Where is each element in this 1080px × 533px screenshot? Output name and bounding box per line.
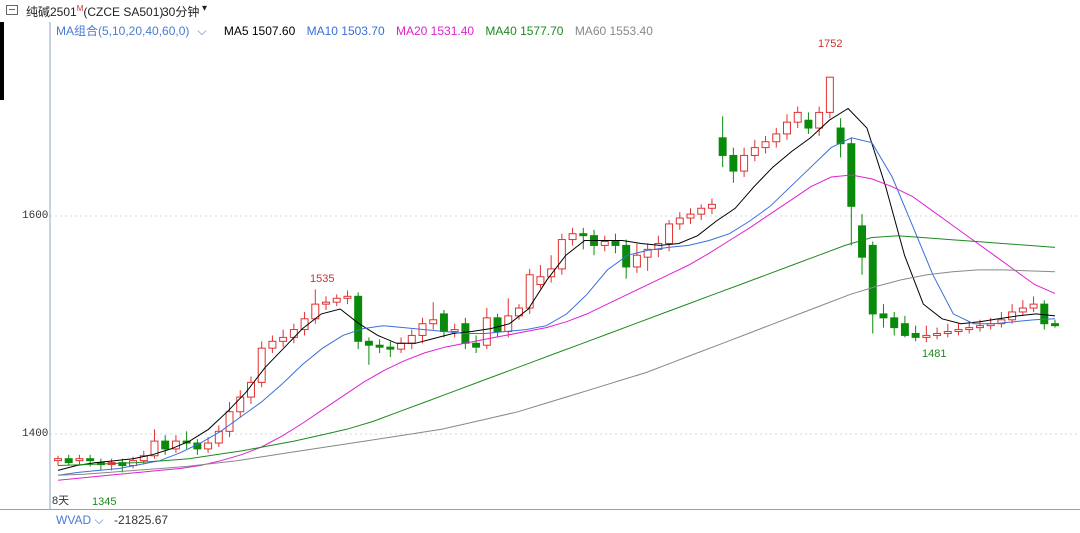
- candle-up: [922, 334, 931, 338]
- candle-up: [257, 347, 266, 383]
- candle-up: [450, 329, 459, 333]
- y-label-1600: 1600: [22, 210, 49, 222]
- candle-up: [236, 396, 245, 413]
- candle-up: [300, 318, 309, 331]
- candle-up: [429, 319, 438, 325]
- candle-up: [772, 133, 781, 143]
- candle-up: [933, 332, 942, 336]
- low-start-marker: 1345: [92, 496, 117, 508]
- indicator-bar: WVAD ⌵ -21825.67: [0, 509, 1080, 533]
- candle-up: [54, 458, 62, 462]
- candle-up: [815, 111, 824, 129]
- high-marker: 1752: [818, 38, 843, 50]
- wvad-indicator-selector[interactable]: WVAD ⌵: [56, 513, 104, 528]
- candles-group: [54, 76, 1059, 473]
- price-chart[interactable]: [0, 22, 1080, 510]
- wvad-value: -21825.67: [114, 513, 169, 527]
- symbol-code: (CZCE SA501): [83, 5, 164, 19]
- ma-lines-group: [57, 107, 1056, 481]
- candle-down: [718, 137, 727, 156]
- candle-down: [439, 313, 448, 333]
- candle-down: [386, 346, 395, 350]
- candle-up: [600, 241, 609, 246]
- candle-down: [611, 241, 620, 246]
- candle-down: [161, 440, 170, 450]
- candle-down: [354, 295, 363, 342]
- candle-down: [729, 154, 738, 172]
- symbol-title[interactable]: 纯碱2501M(CZCE SA501): [26, 3, 163, 20]
- candle-down: [375, 344, 384, 348]
- candle-up: [547, 268, 556, 278]
- ma40-line: [57, 235, 1056, 466]
- wvad-label: WVAD: [56, 513, 92, 527]
- candle-down: [472, 342, 481, 348]
- candle-down: [900, 323, 909, 336]
- candle-up: [954, 329, 963, 333]
- candle-down: [868, 244, 877, 315]
- candle-up: [343, 295, 352, 299]
- candle-up: [686, 213, 695, 219]
- candle-down: [879, 313, 888, 319]
- candle-up: [482, 317, 491, 346]
- candle-down: [804, 119, 813, 129]
- candle-up: [332, 297, 341, 303]
- chart-settings-icon[interactable]: [6, 5, 18, 15]
- candle-up: [675, 217, 684, 225]
- symbol-name: 纯碱2501: [26, 5, 77, 19]
- candle-down: [1051, 323, 1059, 327]
- candle-down: [911, 332, 920, 338]
- candle-up: [268, 340, 277, 349]
- candle-up: [279, 336, 288, 342]
- days-label: 8天: [52, 495, 70, 507]
- candle-up: [1029, 303, 1038, 309]
- candle-up: [289, 329, 298, 338]
- candle-up: [750, 147, 759, 156]
- candle-up: [397, 342, 406, 350]
- candle-up: [761, 141, 770, 149]
- chart-header: 纯碱2501M(CZCE SA501) 30分钟 ▾: [0, 0, 1080, 22]
- candle-up: [943, 331, 952, 334]
- candle-up: [697, 207, 706, 215]
- candle-up: [975, 325, 984, 329]
- candle-up: [825, 76, 834, 113]
- candle-down: [890, 317, 899, 329]
- candle-up: [740, 154, 749, 172]
- ma5-line: [57, 107, 1056, 471]
- ma10-line: [57, 137, 1056, 476]
- candle-up: [225, 411, 234, 432]
- chevron-down-icon[interactable]: ▾: [202, 3, 207, 14]
- candle-down: [86, 458, 95, 462]
- candle-down: [493, 317, 502, 333]
- y-label-1400: 1400: [22, 428, 49, 440]
- candle-up: [707, 203, 716, 209]
- candle-up: [965, 327, 974, 331]
- candle-up: [665, 223, 674, 244]
- candle-up: [407, 334, 416, 344]
- candle-up: [204, 442, 213, 450]
- candle-up: [214, 430, 223, 444]
- candle-up: [568, 233, 577, 241]
- candle-down: [1040, 303, 1049, 325]
- candle-down: [579, 233, 588, 237]
- candle-down: [64, 458, 73, 464]
- candle-down: [364, 340, 373, 346]
- low-end-marker: 1481: [922, 348, 947, 360]
- candle-up: [1018, 307, 1027, 313]
- candle-up: [536, 276, 545, 286]
- candle-up: [783, 121, 791, 135]
- candle-up: [557, 239, 566, 270]
- candle-up: [793, 111, 802, 123]
- candle-up: [322, 301, 330, 305]
- candle-up: [75, 458, 84, 462]
- mid-high-marker: 1535: [310, 273, 335, 285]
- period-selector[interactable]: 30分钟: [162, 3, 199, 20]
- candle-up: [632, 254, 641, 268]
